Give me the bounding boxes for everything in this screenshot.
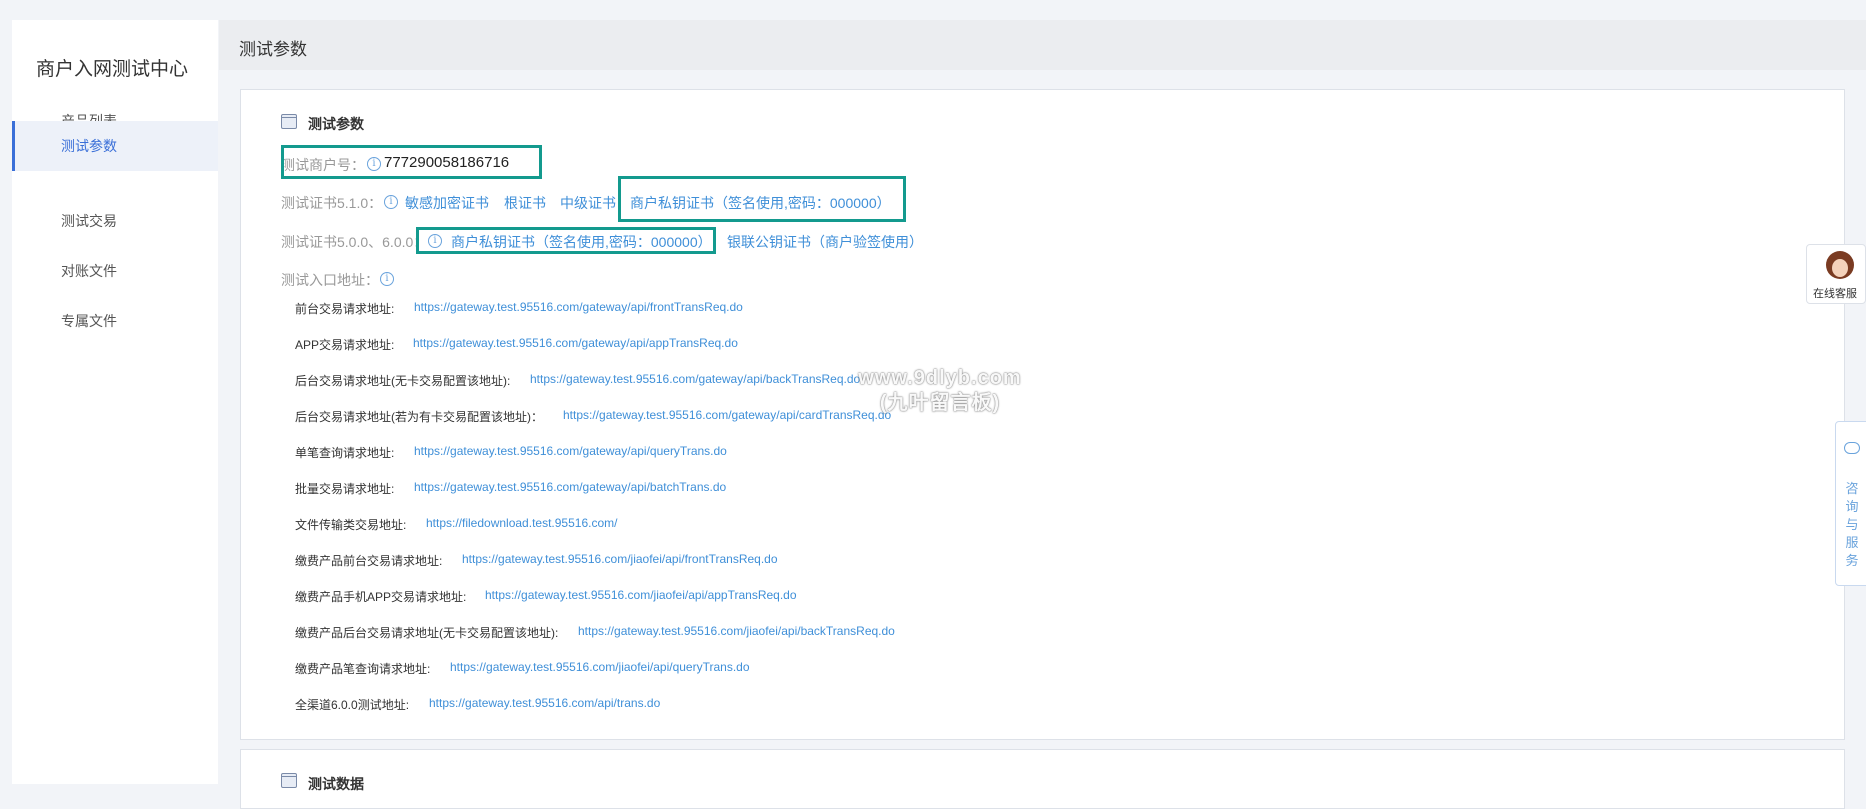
watermark: www.9dlyb.com (九叶留言板) (840, 366, 1040, 416)
sidebar-item-reconcile-files[interactable]: 对账文件 (12, 246, 218, 296)
endpoint-label: 前台交易请求地址: (295, 302, 395, 316)
endpoint-url[interactable]: https://gateway.test.95516.com/jiaofei/a… (462, 552, 778, 566)
endpoint-label: 缴费产品笔查询请求地址: (295, 662, 431, 676)
chat-bubble-icon (1844, 442, 1860, 454)
page-title: 测试参数 (239, 40, 307, 59)
section-title: 测试参数 (308, 116, 364, 132)
endpoint-url[interactable]: https://gateway.test.95516.com/jiaofei/a… (485, 588, 797, 602)
endpoint-label: 单笔查询请求地址: (295, 446, 395, 460)
endpoint-label: APP交易请求地址: (295, 338, 395, 352)
endpoint-url[interactable]: https://gateway.test.95516.com/api/trans… (429, 696, 660, 710)
consult-service-label: 咨询与服务 (1845, 481, 1859, 568)
endpoint-label: 缴费产品后台交易请求地址(无卡交易配置该地址): (295, 626, 559, 640)
endpoint-url[interactable]: https://gateway.test.95516.com/gateway/a… (414, 300, 743, 314)
endpoint-url[interactable]: https://gateway.test.95516.com/gateway/a… (414, 444, 727, 458)
endpoint-url[interactable]: https://gateway.test.95516.com/jiaofei/a… (578, 624, 895, 638)
endpoint-url[interactable]: https://gateway.test.95516.com/gateway/a… (413, 336, 738, 350)
endpoint-label: 全渠道6.0.0测试地址: (295, 698, 410, 712)
endpoint-url[interactable]: https://gateway.test.95516.com/gateway/a… (530, 372, 860, 386)
endpoint-url[interactable]: https://filedownload.test.95516.com/ (426, 516, 617, 530)
online-service-widget[interactable]: 在线客服 (1806, 244, 1866, 304)
watermark-line1: www.9dlyb.com (858, 367, 1022, 389)
endpoint-label: 后台交易请求地址(无卡交易配置该地址): (295, 374, 511, 388)
endpoint-url[interactable]: https://gateway.test.95516.com/jiaofei/a… (450, 660, 750, 674)
section-title-test-data: 测试数据 (308, 776, 364, 792)
cert-link-intermediate[interactable]: 中级证书 (560, 193, 616, 213)
cert-link-root[interactable]: 根证书 (504, 193, 546, 213)
entry-label: 测试入口地址： (281, 272, 379, 288)
highlight-box-cert500 (416, 227, 716, 254)
endpoint-label: 后台交易请求地址(若为有卡交易配置该地址)： (295, 410, 543, 424)
cert500-label: 测试证书5.0.0、6.0.0： (281, 234, 428, 250)
page-header: 测试参数 (219, 20, 1866, 70)
endpoint-label: 文件传输类交易地址: (295, 518, 407, 532)
consult-service-widget[interactable]: 咨询与服务 (1835, 421, 1866, 586)
terminal-icon (281, 114, 297, 129)
top-bar (0, 0, 1866, 20)
sidebar: 商户入网测试中心 产品列表 测试参数 测试交易 对账文件 专属文件 (12, 20, 218, 784)
cert-link-sensitive-encrypt[interactable]: 敏感加密证书 (405, 193, 489, 213)
info-icon[interactable]: i (380, 272, 394, 286)
sidebar-title: 商户入网测试中心 (36, 59, 189, 80)
highlight-box-merchant (281, 145, 542, 179)
sidebar-item-exclusive-files[interactable]: 专属文件 (12, 296, 218, 346)
test-data-card (240, 749, 1845, 809)
endpoint-label: 缴费产品手机APP交易请求地址: (295, 590, 467, 604)
endpoint-label: 缴费产品前台交易请求地址: (295, 554, 443, 568)
watermark-line2: (九叶留言板) (879, 392, 1001, 414)
highlight-box-cert510 (618, 176, 906, 222)
sidebar-item-test-trade[interactable]: 测试交易 (12, 196, 218, 246)
cert510-label: 测试证书5.1.0： (281, 195, 383, 211)
cert-link-unionpay-public[interactable]: 银联公钥证书（商户验签使用） (727, 232, 923, 252)
sidebar-item-test-params[interactable]: 测试参数 (12, 121, 218, 171)
service-avatar-icon (1826, 251, 1854, 279)
info-icon[interactable]: i (384, 195, 398, 209)
endpoint-url[interactable]: https://gateway.test.95516.com/gateway/a… (414, 480, 726, 494)
online-service-label: 在线客服 (1813, 288, 1857, 300)
terminal-icon (281, 773, 297, 788)
endpoint-label: 批量交易请求地址: (295, 482, 395, 496)
